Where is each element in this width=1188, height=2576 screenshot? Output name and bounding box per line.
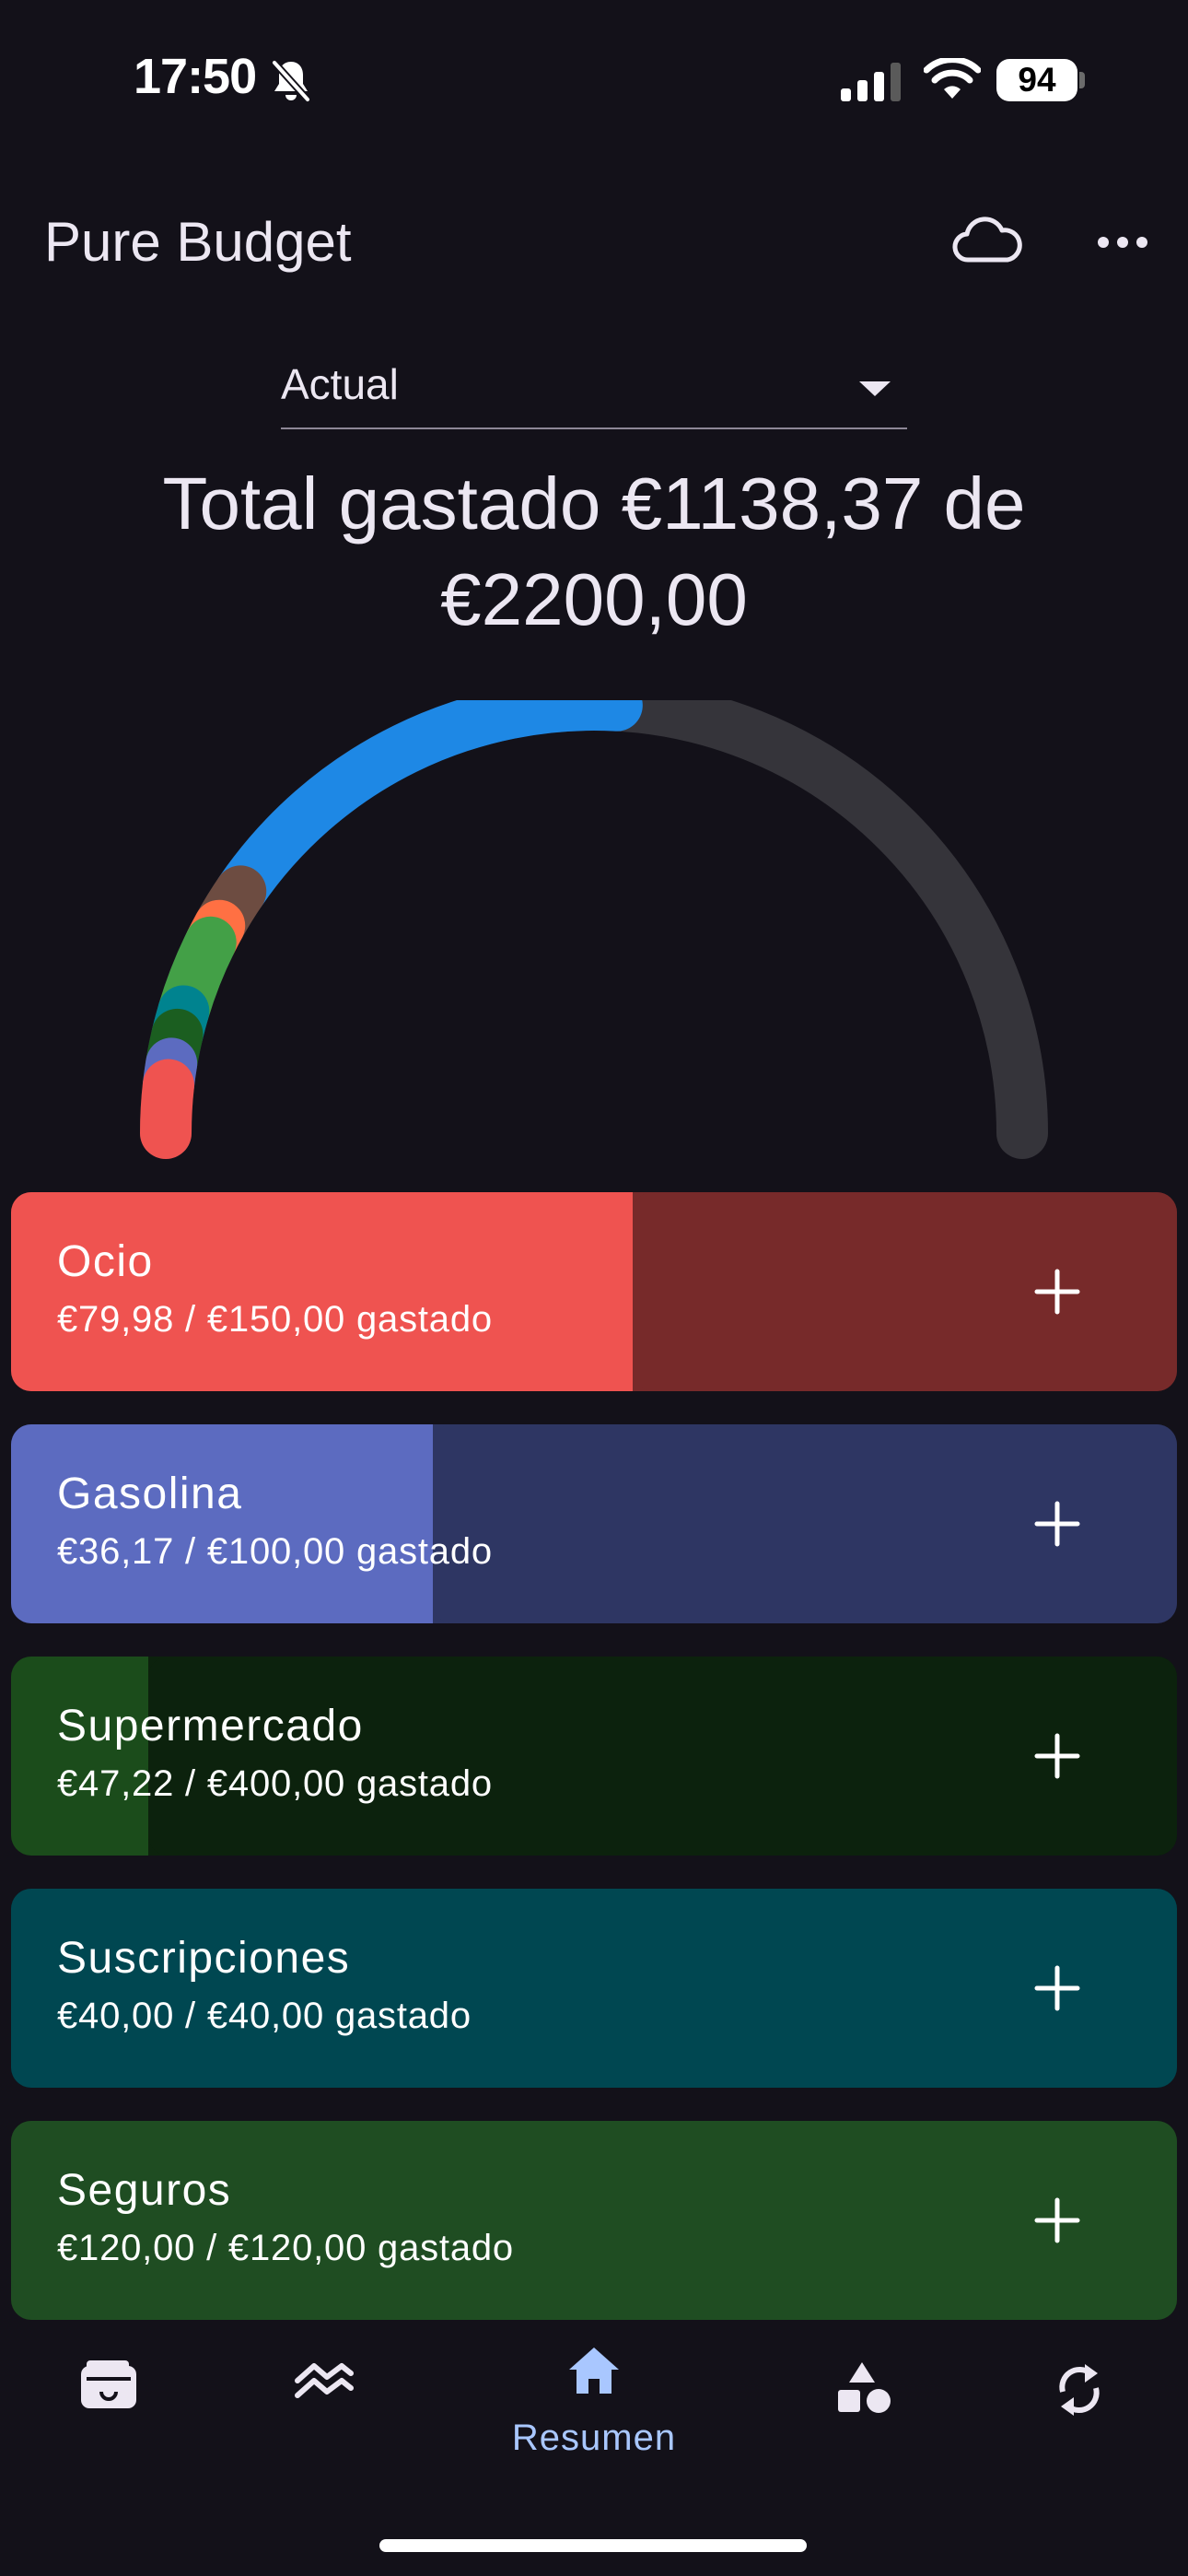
category-spent-bar [11,1192,633,1391]
category-spent-bar [11,1657,149,1856]
gauge-segment [215,700,643,918]
app-title: Pure Budget [44,211,352,273]
category-card[interactable]: Gasolina €36,17 / €100,00 gastado [11,1424,1177,1623]
category-name: Supermercado [57,1702,364,1751]
add-expense-icon[interactable] [1028,1959,1087,2018]
trend-icon [295,2363,354,2398]
category-card[interactable]: Seguros €120,00 / €120,00 gastado [11,2121,1177,2320]
period-dropdown[interactable]: Actual [281,350,907,429]
category-remaining-bar [632,1192,1177,1391]
category-amount: €47,22 / €400,00 gastado [57,1763,493,1804]
home-indicator [379,2539,807,2552]
category-remaining-bar [148,1657,1177,1856]
nav-item-wallet[interactable] [35,2327,182,2475]
cloud-icon[interactable] [950,214,1024,271]
status-time: 17:50 [134,49,257,104]
wallet-icon [81,2360,136,2408]
add-expense-icon[interactable] [1028,1262,1087,1321]
gauge-track [140,700,1048,1159]
category-spent-bar [11,1424,434,1623]
budget-gauge [140,700,1048,1159]
category-name: Seguros [57,2166,232,2215]
category-amount: €36,17 / €100,00 gastado [57,1531,493,1572]
gauge-segment [140,1059,194,1159]
category-amount: €40,00 / €40,00 gastado [57,1996,472,2036]
wifi-icon [924,58,981,99]
period-value: Actual [281,360,399,408]
nav-item-categories[interactable] [790,2327,938,2475]
category-spent-bar [11,1889,1177,2088]
category-amount: €79,98 / €150,00 gastado [57,1299,493,1340]
nav-item-trends[interactable] [250,2327,398,2475]
chevron-down-icon [859,381,891,396]
nav-item-sync[interactable] [1006,2327,1153,2475]
bell-off-icon [272,60,310,102]
category-card[interactable]: Supermercado €47,22 / €400,00 gastado [11,1657,1177,1856]
status-bar: 17:50 94 [0,0,1188,161]
add-expense-icon[interactable] [1028,1727,1087,1786]
sync-icon [1059,2364,1100,2416]
nav-item-resumen[interactable]: Resumen [512,2327,675,2475]
category-name: Gasolina [57,1469,243,1518]
category-name: Suscripciones [57,1934,351,1983]
home-icon [569,2348,619,2394]
category-card[interactable]: Suscripciones €40,00 / €40,00 gastado [11,1889,1177,2088]
signal-icon [841,63,901,101]
add-expense-icon[interactable] [1028,1494,1087,1553]
nav-label-resumen: Resumen [511,2418,677,2458]
total-spent-summary: Total gastado €1138,37 de €2200,00 [111,456,1077,648]
total-spent-line2: €2200,00 [440,558,748,640]
total-spent-line1: Total gastado €1138,37 de [162,463,1026,544]
category-name: Ocio [57,1237,154,1286]
battery-icon: 94 [996,59,1077,101]
battery-cap [1079,72,1085,88]
add-expense-icon[interactable] [1028,2191,1087,2250]
shapes-icon [838,2362,891,2413]
category-amount: €120,00 / €120,00 gastado [57,2228,514,2268]
category-spent-bar [11,2121,1177,2320]
category-card[interactable]: Ocio €79,98 / €150,00 gastado [11,1192,1177,1391]
more-horizontal-icon[interactable] [1094,219,1151,265]
